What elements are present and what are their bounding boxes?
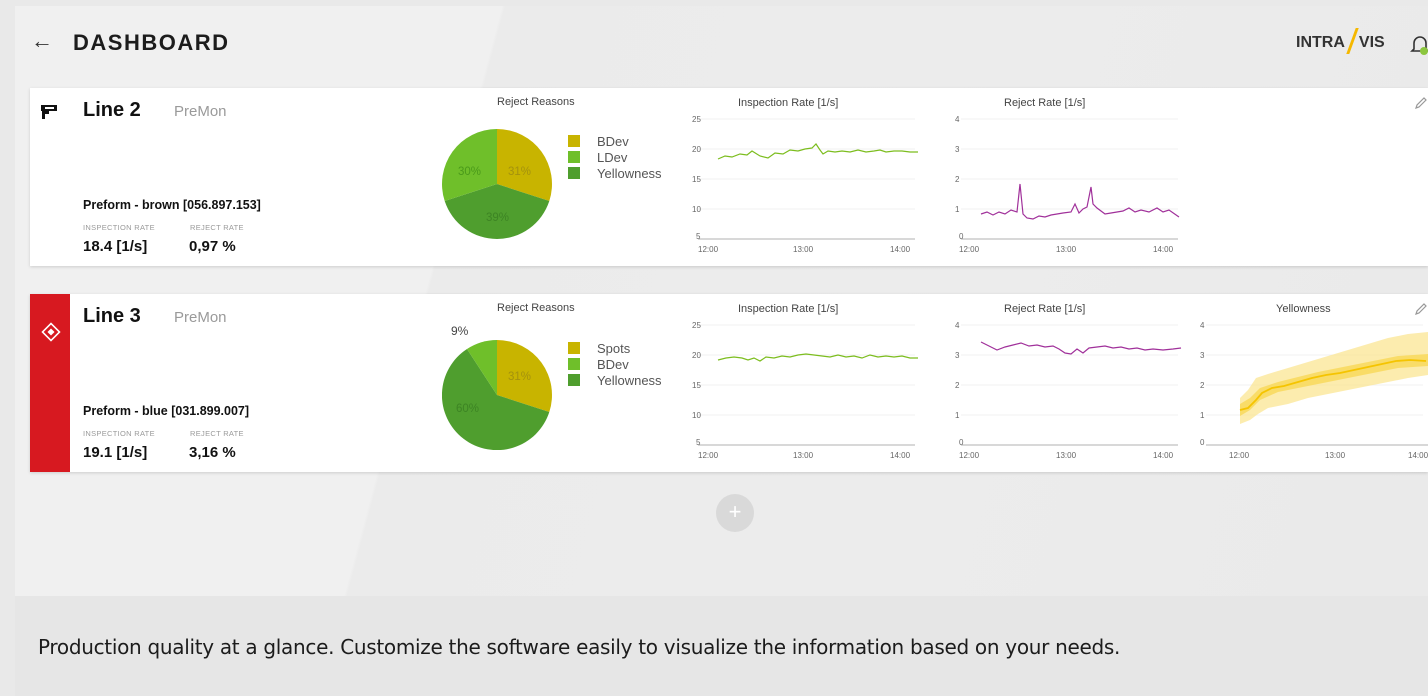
svg-text:1: 1 [1200,411,1205,420]
svg-text:12:00: 12:00 [1229,451,1250,460]
intravis-logo: INTRA VIS [1296,30,1385,52]
svg-text:2: 2 [1200,381,1205,390]
svg-text:20: 20 [692,145,701,154]
warning-diamond-icon [41,322,61,342]
svg-text:14:00: 14:00 [1153,245,1174,254]
svg-text:14:00: 14:00 [890,245,911,254]
svg-text:2: 2 [955,381,960,390]
svg-text:13:00: 13:00 [1056,451,1077,460]
svg-text:25: 25 [692,321,701,330]
reject-rate-value: 3,16 % [189,444,236,461]
legend-item: Spots [568,340,662,356]
svg-text:12:00: 12:00 [698,245,719,254]
back-arrow-icon[interactable]: ← [31,28,53,54]
svg-text:12:00: 12:00 [959,245,980,254]
svg-text:4: 4 [1200,321,1205,330]
reject-reasons-pie[interactable]: 31% 60% [442,340,552,450]
status-bar [30,88,70,266]
reject-rate-chart[interactable]: 4 3 2 1 0 12:00 13:00 14:00 [953,114,1193,254]
svg-text:3: 3 [1200,351,1205,360]
app-header: ← DASHBOARD INTRA VIS [15,6,1428,86]
pie-label-yellowness: 39% [486,212,509,224]
svg-text:4: 4 [955,115,960,124]
svg-text:13:00: 13:00 [1325,451,1346,460]
pie-label-bdev: 9% [451,324,469,338]
product-name: Preform - brown [056.897.153] [83,198,261,212]
svg-text:1: 1 [955,205,960,214]
inspection-rate-chart[interactable]: 25 20 15 10 5 12:00 13:00 14:00 [690,320,930,460]
svg-text:13:00: 13:00 [793,451,814,460]
pie-label-yellowness: 60% [456,403,479,415]
svg-text:12:00: 12:00 [698,451,719,460]
svg-text:0: 0 [959,438,964,447]
svg-text:3: 3 [955,145,960,154]
inspection-rate-chart-title: Inspection Rate [1/s] [738,303,839,315]
svg-text:14:00: 14:00 [890,451,911,460]
svg-text:1: 1 [955,411,960,420]
legend-item: LDev [568,149,662,165]
edit-pencil-icon[interactable] [1414,96,1428,110]
svg-text:10: 10 [692,205,701,214]
line-card-line-3[interactable]: Line 3 PreMon Preform - blue [031.899.00… [30,294,1428,472]
bell-icon[interactable] [1410,34,1428,56]
svg-text:2: 2 [955,175,960,184]
status-bar-alarm [30,294,70,472]
inspection-rate-chart-title: Inspection Rate [1/s] [738,97,839,109]
svg-text:0: 0 [959,232,964,241]
svg-text:4: 4 [955,321,960,330]
page-title: DASHBOARD [73,30,230,55]
svg-text:20: 20 [692,351,701,360]
svg-text:13:00: 13:00 [793,245,814,254]
svg-text:3: 3 [955,351,960,360]
svg-text:14:00: 14:00 [1153,451,1174,460]
inspection-rate-label: INSPECTION RATE [83,429,155,438]
legend-item: BDev [568,133,662,149]
reject-rate-label: REJECT RATE [190,223,244,232]
reject-reasons-legend: Spots BDev Yellowness [568,340,662,388]
svg-text:14:00: 14:00 [1408,451,1428,460]
pie-label-spots: 31% [508,371,531,383]
yellowness-chart[interactable]: 4 3 2 1 0 12:00 13:00 14:00 [1198,320,1428,460]
svg-text:12:00: 12:00 [959,451,980,460]
add-line-button[interactable]: + [716,494,754,532]
reject-rate-value: 0,97 % [189,238,236,255]
reject-reasons-legend: BDev LDev Yellowness [568,133,662,181]
reject-reasons-title: Reject Reasons [497,302,575,314]
svg-text:13:00: 13:00 [1056,245,1077,254]
svg-text:15: 15 [692,381,701,390]
inspection-rate-value: 18.4 [1/s] [83,238,148,255]
svg-text:10: 10 [692,411,701,420]
pie-label-bdev: 31% [508,166,531,178]
reject-rate-chart-title: Reject Rate [1/s] [1004,97,1086,109]
line-name[interactable]: Line 3 [83,305,141,328]
inspection-rate-label: INSPECTION RATE [83,223,155,232]
reject-rate-chart-title: Reject Rate [1/s] [1004,303,1086,315]
legend-item: Yellowness [568,165,662,181]
yellowness-chart-title: Yellowness [1276,303,1331,315]
pie-label-ldev: 30% [458,166,481,178]
legend-item: BDev [568,356,662,372]
line-type: PreMon [174,103,227,120]
line-card-line-2[interactable]: Line 2 PreMon Preform - brown [056.897.1… [30,88,1428,266]
line-name[interactable]: Line 2 [83,99,141,122]
svg-text:25: 25 [692,115,701,124]
legend-item: Yellowness [568,372,662,388]
edit-pencil-icon[interactable] [1414,302,1428,316]
inspection-rate-value: 19.1 [1/s] [83,444,148,461]
reject-reasons-pie[interactable]: 31% 39% 30% [442,129,552,239]
reject-rate-chart[interactable]: 4 3 2 1 0 12:00 13:00 14:00 [953,320,1193,460]
inspection-rate-chart[interactable]: 25 20 15 10 5 12:00 13:00 14:00 [690,114,930,254]
product-name: Preform - blue [031.899.007] [83,404,250,418]
reject-rate-label: REJECT RATE [190,429,244,438]
svg-text:0: 0 [1200,438,1205,447]
camera-icon [41,105,57,119]
svg-text:15: 15 [692,175,701,184]
svg-text:5: 5 [696,438,701,447]
reject-reasons-title: Reject Reasons [497,96,575,108]
line-type: PreMon [174,309,227,326]
caption-text: Production quality at a glance. Customiz… [38,635,1121,659]
svg-text:5: 5 [696,232,701,241]
